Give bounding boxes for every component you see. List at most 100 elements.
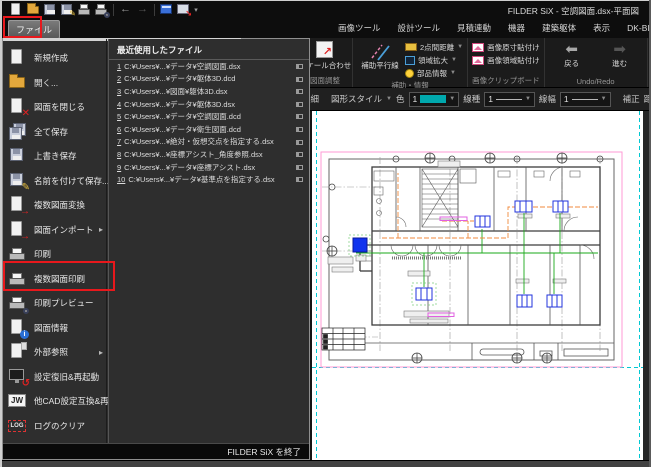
redo-button[interactable]: ➡ 進む — [597, 39, 643, 69]
recent-file-item[interactable]: 6 C:¥Users¥...¥データ¥衛生図面.dcd — [109, 123, 309, 136]
dropdown-caret-icon: ▼ — [601, 96, 607, 102]
back-icon[interactable]: ← — [118, 2, 133, 17]
save-icon[interactable] — [43, 2, 58, 17]
ribbon-tab-row: ファイル 画像ツール 設計ツール 見積連動 機器 建築躯体 表示 DK-BIM連… — [2, 18, 649, 38]
pin-icon[interactable] — [296, 177, 303, 182]
batch-print-icon — [8, 269, 28, 289]
dropdown-caret-icon: ▼ — [450, 70, 456, 76]
menu-item-print[interactable]: 印刷 — [3, 242, 106, 267]
title-bar: ✎ ← → ↘ ▾ FILDER SiX - 空調図面.dsx-平面図 — [2, 1, 649, 18]
line-type-label: 線種 — [463, 93, 480, 105]
window-status-bar — [0, 460, 651, 467]
menu-item-save-as[interactable]: ✎ 名前を付けて保存... — [3, 169, 106, 194]
screen-capture-icon[interactable]: ↘ — [176, 2, 191, 17]
recent-file-item[interactable]: 7 C:¥Users¥...¥絶対・仮想交点を指定する.dsx — [109, 136, 309, 149]
dropdown-caret-icon: ▼ — [451, 57, 457, 63]
dropdown-caret-icon: ▼ — [525, 96, 531, 102]
recent-file-item[interactable]: 2 C:¥Users¥...¥データ¥躯体3D.dcd — [109, 73, 309, 86]
file-menu-panel: 新規作成 開く... ✕ 図面を閉じる 全て保存 上書き保存 ✎ 名前を付けて保… — [2, 38, 310, 460]
open-icon[interactable] — [26, 2, 41, 17]
line-width-dropdown[interactable]: 1 ▼ — [560, 92, 611, 107]
group-image-clipboard: 画像原寸貼付け 画像領域貼付け 画像クリップボード — [468, 38, 545, 87]
tab-equipment[interactable]: 機器 — [508, 22, 525, 34]
aux-parallel-button[interactable]: 補助平行線 — [357, 39, 403, 71]
menu-item-batch-print[interactable]: 複数図面印刷 — [3, 267, 106, 292]
pin-icon[interactable] — [296, 152, 303, 157]
area-zoom-button[interactable]: 領域拡大 ▼ — [405, 54, 463, 66]
recent-file-item[interactable]: 10 C:¥Users¥...¥データ¥基準点を指定する.dsx — [109, 173, 309, 186]
recent-file-item[interactable]: 4 C:¥Users¥...¥データ¥躯体3D.dsx — [109, 98, 309, 111]
dropdown-caret-icon: ▼ — [386, 96, 392, 102]
color-label: 色 — [396, 93, 405, 105]
save-as-icon[interactable]: ✎ — [60, 2, 75, 17]
group-aux-info: 補助平行線 2点間距離 ▼ 領域拡大 ▼ 部品情報 — [353, 38, 468, 87]
pin-icon[interactable] — [296, 165, 303, 170]
print-preview-icon — [8, 293, 28, 313]
pin-icon[interactable] — [296, 64, 303, 69]
line-type-dropdown[interactable]: 1 ▼ — [484, 92, 535, 107]
batch-convert-icon: → — [8, 195, 28, 215]
tab-dk-bim[interactable]: DK-BIM連携 — [627, 22, 651, 34]
menu-item-log-clear[interactable]: LOG ログのクリア — [3, 414, 106, 439]
new-file-icon[interactable] — [9, 2, 24, 17]
new-file-icon — [8, 48, 28, 68]
menu-item-new[interactable]: 新規作成 — [3, 46, 106, 71]
import-icon: → — [8, 220, 28, 240]
menu-item-external-reference[interactable]: 外部参照 ▸ — [3, 340, 106, 365]
recent-file-item[interactable]: 8 C:¥Users¥...¥座標アシスト_角度参照.dsx — [109, 148, 309, 161]
correction-toggle[interactable]: 補正 — [623, 93, 640, 105]
menu-item-open[interactable]: 開く... — [3, 71, 106, 96]
two-point-distance-button[interactable]: 2点間距離 ▼ — [405, 41, 463, 53]
pin-icon[interactable] — [296, 114, 303, 119]
save-all-icon — [8, 122, 28, 142]
toolbar-separator — [154, 4, 155, 16]
application-window: ✎ ← → ↘ ▾ FILDER SiX - 空調図面.dsx-平面図 ファイル… — [0, 0, 651, 467]
color-dropdown[interactable]: 1 ▼ — [409, 92, 460, 107]
print-icon[interactable] — [77, 2, 92, 17]
pin-icon[interactable] — [296, 127, 303, 132]
exit-button[interactable]: FILDER SiX を終了 — [3, 443, 309, 459]
undo-button[interactable]: ⬅ 戻る — [549, 39, 595, 69]
tab-building-frame[interactable]: 建築躯体 — [542, 22, 576, 34]
file-menu-button[interactable]: ファイル — [8, 20, 60, 39]
scale-fit-icon — [314, 41, 336, 61]
print-preview-icon[interactable] — [94, 2, 109, 17]
menu-item-close-drawing[interactable]: ✕ 図面を閉じる — [3, 95, 106, 120]
menu-item-settings-restore[interactable]: ↺ 設定復旧&再起動 — [3, 365, 106, 390]
paste-original-button[interactable]: 画像原寸貼付け — [472, 41, 540, 53]
tab-image-tools[interactable]: 画像ツール — [338, 22, 381, 34]
menu-item-batch-convert[interactable]: → 複数図面変換 — [3, 193, 106, 218]
area-zoom-icon — [405, 56, 415, 65]
submenu-arrow-icon: ▸ — [99, 348, 103, 357]
dropdown-caret-icon: ▼ — [457, 44, 463, 50]
line-sample — [496, 99, 522, 100]
paste-region-button[interactable]: 画像領域貼付け — [472, 54, 540, 66]
drawing-canvas[interactable] — [312, 111, 643, 461]
part-info-button[interactable]: 部品情報 ▼ — [405, 67, 463, 79]
menu-item-drawing-info[interactable]: i 図面情報 — [3, 316, 106, 341]
line-width-label: 線幅 — [539, 93, 556, 105]
paste-image-icon — [472, 43, 484, 52]
pin-icon[interactable] — [296, 77, 303, 82]
menu-item-save-all[interactable]: 全て保存 — [3, 120, 106, 145]
shape-style-dropdown[interactable]: 図形スタイル — [331, 93, 382, 105]
pin-icon[interactable] — [296, 89, 303, 94]
recent-file-item[interactable]: 5 C:¥Users¥...¥データ¥空調図面.dcd — [109, 110, 309, 123]
pin-icon[interactable] — [296, 140, 303, 145]
forward-icon[interactable]: → — [135, 2, 150, 17]
recent-file-item[interactable]: 3 C:¥Users¥...¥図面¥躯体3D.dsx — [109, 85, 309, 98]
menu-item-save[interactable]: 上書き保存 — [3, 144, 106, 169]
menu-item-import[interactable]: → 図面インポート ▸ — [3, 218, 106, 243]
window-switch-icon[interactable] — [159, 2, 174, 17]
tab-view[interactable]: 表示 — [593, 22, 610, 34]
tab-estimate-link[interactable]: 見積連動 — [457, 22, 491, 34]
menu-item-print-preview[interactable]: 印刷プレビュー — [3, 291, 106, 316]
menu-item-cad-compat-restart[interactable]: JW 他CAD設定互換&再起動 — [3, 389, 106, 414]
recent-file-item[interactable]: 1 C:¥Users¥...¥データ¥空調図面.dsx — [109, 60, 309, 73]
group-undo-redo: ⬅ 戻る ➡ 進む Undo/Redo — [545, 38, 648, 87]
recent-file-item[interactable]: 9 C:¥Users¥...¥データ¥座標アシスト.dsx — [109, 161, 309, 174]
pin-icon[interactable] — [296, 102, 303, 107]
tab-design-tools[interactable]: 設計ツール — [398, 22, 441, 34]
toolbar-options-icon[interactable]: ▾ — [192, 6, 200, 14]
ruler-icon — [405, 43, 417, 51]
